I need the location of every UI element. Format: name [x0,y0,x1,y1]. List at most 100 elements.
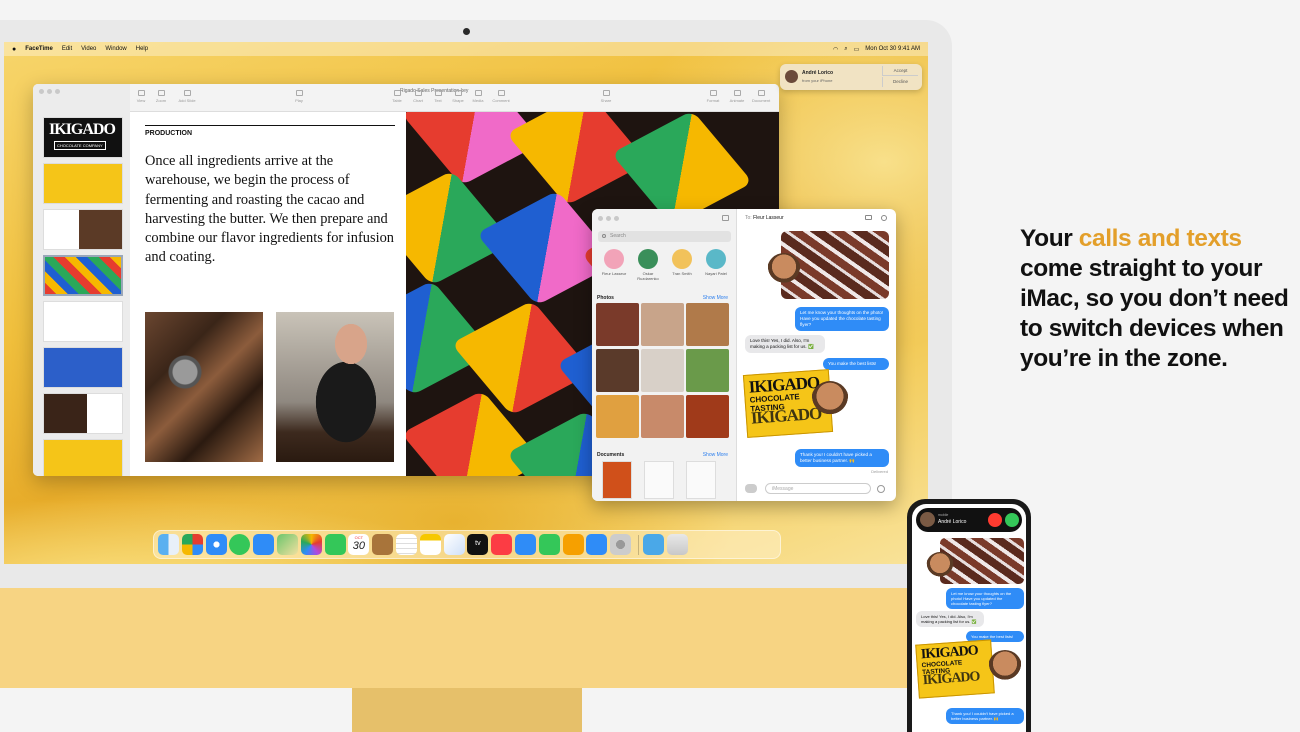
wifi-icon[interactable]: ◠ [833,46,838,53]
trash-icon[interactable] [666,534,688,555]
photos-icon[interactable] [300,534,322,555]
emoji-icon[interactable] [877,485,885,493]
messages-icon[interactable] [229,534,251,555]
message-input[interactable]: iMessage [765,483,871,494]
decline-call-button[interactable] [988,513,1002,527]
zoom-button[interactable] [55,89,60,94]
menu-edit[interactable]: Edit [62,46,72,52]
menu-help[interactable]: Help [136,46,148,52]
slide-thumb-3[interactable] [43,209,123,250]
chart-button[interactable]: Chart [409,90,427,103]
calendar-icon[interactable]: OCT 30 [348,534,370,555]
message-bubble-outgoing[interactable]: You make the best lists! [823,358,889,370]
slide-thumb-8[interactable] [43,439,123,476]
pages-icon[interactable] [562,534,584,555]
shared-photo[interactable] [641,303,684,346]
info-icon[interactable] [881,215,887,221]
numbers-icon[interactable] [538,534,560,555]
compose-icon[interactable] [722,215,729,221]
slide-thumb-4-selected[interactable] [43,255,123,296]
document-button[interactable]: Document [752,90,770,103]
slide-thumb-2[interactable] [43,163,123,204]
safari-icon[interactable] [205,534,227,555]
shared-photo[interactable] [596,395,639,438]
apple-tv-icon[interactable]: tv [467,534,489,555]
accept-button[interactable]: Accept [882,66,918,76]
zoom-menu[interactable]: Zoom [152,90,170,103]
shape-button[interactable]: Shape [449,90,467,103]
message-bubble-outgoing[interactable]: Let me know your thoughts on the photo! … [795,307,889,331]
message-bubble-outgoing[interactable]: Thank you! I couldn't have picked a bett… [946,708,1024,724]
keynote-icon[interactable] [514,534,536,555]
decline-button[interactable]: Decline [882,77,918,87]
animate-button[interactable]: Animate [728,90,746,103]
launchpad-icon[interactable] [181,534,203,555]
notes-icon[interactable] [419,534,441,555]
shared-photo[interactable] [686,395,729,438]
reminders-icon[interactable] [395,534,417,555]
downloads-folder-icon[interactable] [642,534,664,555]
table-button[interactable]: Table [388,90,406,103]
menu-video[interactable]: Video [81,46,96,52]
minimize-button[interactable] [606,216,611,221]
documents-show-more[interactable]: Show More [703,452,728,458]
shared-photo[interactable] [686,303,729,346]
contacts-icon[interactable] [372,534,394,555]
app-store-icon[interactable] [586,534,608,555]
close-button[interactable] [39,89,44,94]
message-bubble-outgoing[interactable]: Thank you! I couldn't have picked a bett… [795,449,889,467]
format-button[interactable]: Format [704,90,722,103]
facetime-video-icon[interactable] [865,215,872,220]
document-thumb[interactable] [644,461,674,499]
message-bubble-incoming[interactable]: Love this! Yes, I did. Also, I'm making … [745,335,825,353]
menu-app-facetime[interactable]: FaceTime [25,46,53,52]
add-slide-button[interactable]: Add Slide [178,90,196,103]
spotlight-icon[interactable]: ⌕ [844,46,847,53]
message-bubble-outgoing[interactable]: Let me know your thoughts on the photo! … [946,588,1024,609]
text-button[interactable]: Text [429,90,447,103]
comment-button[interactable]: Comment [492,90,510,103]
incoming-call-notification[interactable]: André Lorico from your iPhone Accept Dec… [780,64,922,90]
accept-call-button[interactable] [1005,513,1019,527]
play-button[interactable]: Play [290,90,308,103]
system-settings-icon[interactable] [610,534,632,555]
view-button[interactable]: View [132,90,150,103]
menu-window[interactable]: Window [105,46,126,52]
shared-photo[interactable] [596,303,639,346]
zoom-button[interactable] [614,216,619,221]
shared-photo[interactable] [641,349,684,392]
slide-thumb-6[interactable] [43,347,123,388]
shared-photo[interactable] [596,349,639,392]
freeform-icon[interactable] [443,534,465,555]
pinned-contact[interactable]: Nayari Patel [700,249,732,276]
incoming-call-banner[interactable]: mobile André Lorico [916,508,1022,532]
pinned-contact[interactable]: Tran Smith [666,249,698,276]
search-field[interactable]: Search [598,231,731,242]
control-center-icon[interactable]: ▭ [854,46,860,53]
shared-photo[interactable] [641,395,684,438]
app-store-apps-icon[interactable] [745,484,757,493]
recipient-name[interactable]: Fleur Lasseur [753,215,784,221]
slide-thumb-7[interactable] [43,393,123,434]
maps-icon[interactable] [276,534,298,555]
slide-thumb-1[interactable]: IKIGADO CHOCOLATE COMPANY [43,117,123,158]
close-button[interactable] [598,216,603,221]
pinned-contact[interactable]: Fleur Lasseur [598,249,630,276]
message-bubble-incoming[interactable]: Love this! Yes, I did. Also, I'm making … [916,611,984,627]
document-thumb[interactable] [686,461,716,499]
mail-icon[interactable] [253,534,275,555]
menu-clock[interactable]: Mon Oct 30 9:41 AM [865,46,920,52]
music-icon[interactable] [491,534,513,555]
shared-photo[interactable] [686,349,729,392]
minimize-button[interactable] [47,89,52,94]
chocolate-tasting-sticker[interactable]: IKIGADO CHOCOLATE TASTING IKIGADO [915,639,995,699]
share-button[interactable]: Share [597,90,615,103]
media-button[interactable]: Media [469,90,487,103]
apple-menu-icon[interactable]: ● [12,46,16,53]
slide-thumb-5[interactable] [43,301,123,342]
facetime-icon[interactable] [324,534,346,555]
document-thumb[interactable] [602,461,632,499]
finder-icon[interactable] [158,534,179,555]
photos-show-more[interactable]: Show More [703,295,728,301]
pinned-contact[interactable]: Oskar Ruzdarenko [632,249,664,281]
